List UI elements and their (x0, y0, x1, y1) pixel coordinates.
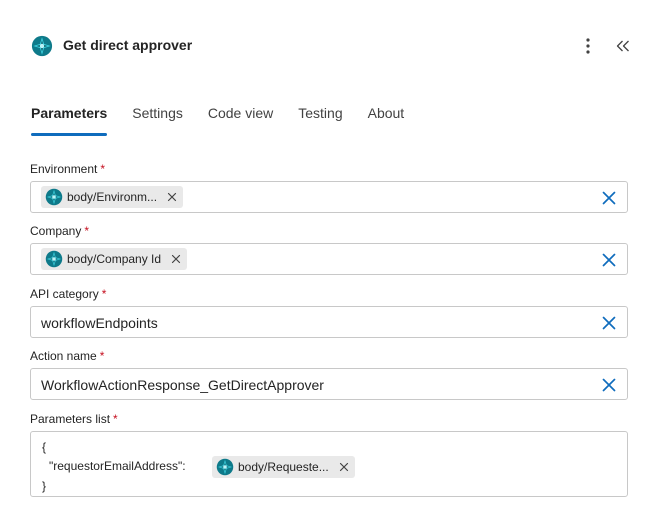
dynamic-content-token[interactable]: body/Environm... (41, 186, 184, 208)
dynamic-content-token[interactable]: body/Company Id (41, 248, 188, 270)
panel-title: Get direct approver (63, 37, 193, 53)
close-brace: } (42, 479, 47, 493)
collapse-panel-button[interactable] (612, 34, 634, 58)
tab-bar: Parameters Settings Code view Testing Ab… (31, 104, 429, 136)
environment-field[interactable]: body/Environm... (30, 181, 628, 213)
api-category-label-text: API category (30, 287, 99, 301)
tab-parameters[interactable]: Parameters (31, 104, 108, 136)
token-label: body/Company Id (67, 252, 162, 266)
token-label: body/Requeste... (238, 460, 329, 474)
dataverse-icon (45, 250, 63, 268)
clear-field-icon[interactable] (601, 252, 617, 268)
company-label-text: Company (30, 224, 82, 238)
parameter-key: "requestorEmailAddress": (49, 459, 186, 473)
clear-field-icon[interactable] (601, 190, 617, 206)
double-chevron-left-icon (616, 40, 629, 52)
dataverse-icon (31, 35, 53, 57)
api-category-field[interactable]: workflowEndpoints (30, 306, 628, 338)
open-brace: { (42, 440, 47, 454)
parameters-list-label-text: Parameters list (30, 412, 111, 426)
required-asterisk: * (100, 162, 106, 176)
dataverse-icon (45, 188, 63, 206)
required-asterisk: * (84, 224, 90, 238)
parameters-list-label: Parameters list * (30, 412, 118, 426)
tab-settings[interactable]: Settings (132, 104, 183, 136)
more-vertical-icon (586, 38, 590, 54)
remove-token-icon[interactable] (339, 462, 349, 472)
parameters-list-editor[interactable]: { "requestorEmailAddress": body/Requeste… (30, 431, 628, 497)
dataverse-icon (216, 458, 234, 476)
tab-about[interactable]: About (368, 104, 405, 136)
tab-testing[interactable]: Testing (298, 104, 342, 136)
clear-field-icon[interactable] (601, 377, 617, 393)
company-label: Company * (30, 224, 89, 238)
more-options-button[interactable] (578, 34, 598, 58)
api-category-label: API category * (30, 287, 106, 301)
required-asterisk: * (99, 349, 105, 363)
action-name-value: WorkflowActionResponse_GetDirectApprover (41, 377, 324, 393)
action-name-label-text: Action name (30, 349, 97, 363)
required-asterisk: * (113, 412, 118, 426)
remove-token-icon[interactable] (171, 254, 181, 264)
remove-token-icon[interactable] (167, 192, 177, 202)
api-category-value: workflowEndpoints (41, 315, 158, 331)
clear-field-icon[interactable] (601, 315, 617, 331)
panel-header: Get direct approver (0, 0, 650, 92)
company-field[interactable]: body/Company Id (30, 243, 628, 275)
dynamic-content-token[interactable]: body/Requeste... (212, 456, 355, 478)
environment-label: Environment * (30, 162, 105, 176)
action-name-label: Action name * (30, 349, 104, 363)
environment-label-text: Environment (30, 162, 98, 176)
tab-code-view[interactable]: Code view (208, 104, 273, 136)
action-name-field[interactable]: WorkflowActionResponse_GetDirectApprover (30, 368, 628, 400)
required-asterisk: * (101, 287, 107, 301)
token-label: body/Environm... (67, 190, 158, 204)
